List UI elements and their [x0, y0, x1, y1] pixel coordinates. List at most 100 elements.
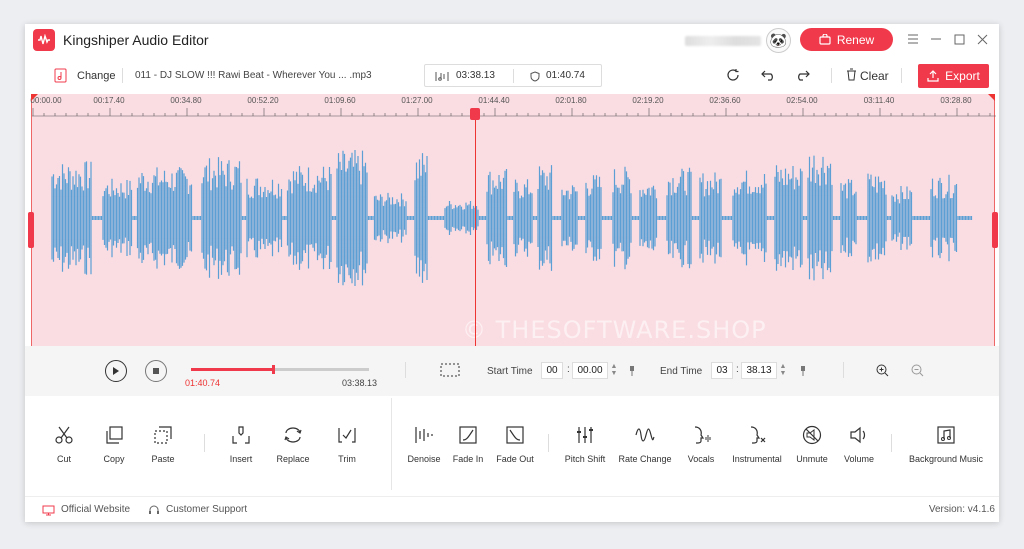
- fade-out-button[interactable]: Fade Out: [495, 398, 535, 490]
- zoom-out-icon[interactable]: [910, 363, 924, 377]
- export-icon: [927, 70, 939, 82]
- timeline-label: 01:44.40: [478, 96, 510, 105]
- divider: [891, 434, 892, 452]
- duration-icon: [435, 70, 449, 82]
- renew-button[interactable]: Renew: [800, 28, 893, 51]
- progress-knob[interactable]: [272, 365, 276, 374]
- tool-label: Background Music: [908, 454, 984, 464]
- paste-button[interactable]: Paste: [146, 398, 180, 490]
- official-website-link[interactable]: Official Website: [61, 504, 130, 515]
- minimize-icon[interactable]: [929, 32, 943, 46]
- user-name: [685, 36, 761, 46]
- unmute-button[interactable]: Unmute: [793, 398, 831, 490]
- playhead[interactable]: [475, 108, 476, 346]
- end-stepper[interactable]: ▲ ▼: [779, 361, 787, 379]
- avatar[interactable]: 🐼: [766, 28, 791, 53]
- trim-icon: [338, 428, 356, 443]
- insert-button[interactable]: Insert: [224, 398, 258, 490]
- denoise-icon: [415, 427, 433, 443]
- app-logo-icon: [33, 29, 55, 51]
- timeline-label: 00:34.80: [170, 96, 202, 105]
- zoom-in-icon[interactable]: [875, 363, 889, 377]
- watermark: © THESOFTWARE.SHOP: [462, 316, 767, 344]
- end-sec-field[interactable]: 38.13: [741, 362, 777, 379]
- vocals-icon: [694, 426, 711, 444]
- progress-track[interactable]: [191, 365, 369, 374]
- pitch-shift-icon: [577, 427, 593, 443]
- clear-button[interactable]: Clear: [860, 69, 889, 83]
- divider: [548, 434, 549, 452]
- copy-button[interactable]: Copy: [97, 398, 131, 490]
- waveform-path: [51, 150, 973, 286]
- start-sec-field[interactable]: 00.00: [572, 362, 608, 379]
- maximize-icon[interactable]: [952, 32, 966, 46]
- right-selection-handle[interactable]: [992, 212, 998, 248]
- tool-label: Denoise: [407, 454, 441, 464]
- change-button[interactable]: Change: [77, 70, 116, 82]
- end-min-field[interactable]: 03: [711, 362, 733, 379]
- replace-button[interactable]: Replace: [272, 398, 314, 490]
- cut-button[interactable]: Cut: [47, 398, 81, 490]
- divider: [843, 362, 844, 378]
- total-time: 03:38.13: [342, 378, 378, 388]
- waveform: [51, 150, 973, 286]
- undo-icon[interactable]: [760, 67, 776, 83]
- export-button[interactable]: Export: [918, 64, 989, 88]
- total-duration: 03:38.13: [456, 70, 495, 81]
- trim-button[interactable]: Trim: [330, 398, 364, 490]
- divider: [831, 68, 832, 83]
- timeline-label: 02:19.20: [632, 96, 664, 105]
- redo-icon[interactable]: [794, 67, 810, 83]
- music-file-icon: [53, 67, 67, 83]
- footer: Official Website Customer Support Versio…: [25, 496, 999, 522]
- stop-icon: [153, 368, 159, 374]
- cart-icon: [819, 34, 831, 45]
- start-pin-icon[interactable]: [628, 364, 636, 376]
- toolbar: Change 011 - DJ SLOW !!! Rawi Beat - Whe…: [25, 58, 999, 93]
- renew-label: Renew: [836, 32, 875, 47]
- playhead-marker[interactable]: [470, 108, 480, 120]
- selection-start-corner: [31, 94, 38, 101]
- tool-label: Volume: [843, 454, 875, 464]
- pitch-shift-button[interactable]: Pitch Shift: [563, 398, 607, 490]
- vocals-button[interactable]: Vocals: [684, 398, 718, 490]
- denoise-button[interactable]: Denoise: [405, 398, 443, 490]
- volume-button[interactable]: Volume: [840, 398, 878, 490]
- selection-end-corner: [988, 94, 995, 101]
- replace-icon: [284, 427, 302, 443]
- stop-button[interactable]: [145, 360, 167, 382]
- timeline-ticks: [32, 108, 996, 117]
- play-icon: [113, 367, 119, 375]
- fit-selection-icon[interactable]: [440, 362, 460, 378]
- timeline-label: 03:11.40: [863, 96, 895, 105]
- trash-icon[interactable]: [845, 67, 857, 82]
- headset-icon: [147, 504, 160, 516]
- fade-in-button[interactable]: Fade In: [450, 398, 486, 490]
- end-pin-icon[interactable]: [799, 364, 807, 376]
- tool-label: Paste: [151, 454, 175, 464]
- refresh-icon[interactable]: [725, 67, 741, 83]
- start-min-field[interactable]: 00: [541, 362, 563, 379]
- customer-support-link[interactable]: Customer Support: [166, 504, 247, 515]
- colon: :: [567, 364, 570, 375]
- rate-change-button[interactable]: Rate Change: [618, 398, 672, 490]
- app-title: Kingshiper Audio Editor: [63, 32, 209, 48]
- insert-icon: [232, 426, 250, 444]
- close-icon[interactable]: [975, 32, 989, 46]
- tool-label: Replace: [276, 454, 310, 464]
- timeline-label: 01:27.00: [401, 96, 433, 105]
- menu-icon[interactable]: [906, 32, 920, 46]
- instrumental-button[interactable]: Instrumental: [728, 398, 786, 490]
- waveform-area[interactable]: 00:00.00 00:17.40 00:34.80 00:52.20 01:09.60…: [28, 94, 998, 346]
- tool-label: Unmute: [796, 454, 828, 464]
- play-button[interactable]: [105, 360, 127, 382]
- divider: [204, 434, 205, 452]
- left-selection-handle[interactable]: [28, 212, 34, 248]
- background-music-button[interactable]: Background Music: [907, 398, 985, 490]
- tools-panel: Cut Copy Paste Insert Replace Trim Denoi…: [25, 398, 999, 490]
- timeline-label: 02:54.00: [786, 96, 818, 105]
- divider: [122, 68, 123, 83]
- timeline-label: 03:28.80: [940, 96, 972, 105]
- start-stepper[interactable]: ▲ ▼: [610, 361, 618, 379]
- timeline-label: 02:36.60: [709, 96, 741, 105]
